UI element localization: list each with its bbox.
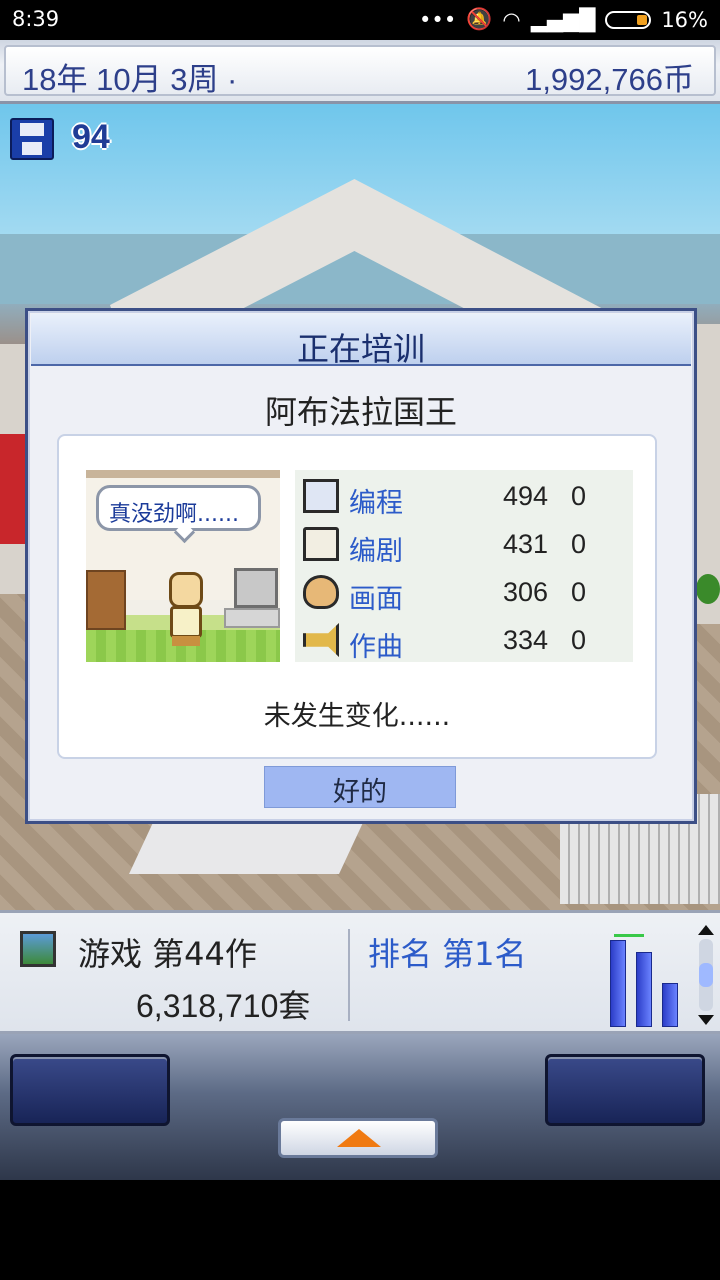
status-bar: 8:39 ••• 🔕 ◠ ▂▄▆█ 16% [0,0,720,40]
wifi-icon: ◠ [502,7,521,32]
mute-icon: 🔕 [466,7,493,31]
arrow-up-icon [337,1129,381,1147]
game-sales: 6,318,710套 [136,988,311,1024]
status-time: 8:39 [12,7,60,31]
left-control-button[interactable] [10,1054,170,1126]
result-text: 未发生变化...... [263,701,451,732]
money-counter: 1,992,766币 [525,62,694,97]
stat-row-sound: 作曲 334 0 [295,616,633,664]
right-control-button[interactable] [545,1054,705,1126]
stat-delta: 0 [571,529,587,559]
menu-open-button[interactable] [278,1118,438,1158]
plant-icon [696,574,720,604]
control-strip [0,1034,720,1180]
stat-delta: 0 [571,625,587,655]
stat-label: 编程 [349,488,403,519]
stat-label: 画面 [349,584,403,615]
palette-icon [303,575,339,609]
stat-label: 编剧 [349,536,403,567]
training-panel: 真没劲啊...... 编程 494 0 编剧 431 0 画面 306 0 作曲… [57,434,657,759]
sales-chart[interactable] [606,931,686,1027]
stat-value: 431 [503,529,549,559]
book-icon [303,527,339,561]
sales-bar [662,983,678,1027]
stat-delta: 0 [571,481,587,511]
stat-label: 作曲 [349,632,403,663]
top-info-bar: 18年 10月 3周 · 1,992,766币 [0,40,720,104]
trumpet-icon [303,623,339,657]
speech-bubble: 真没劲啊...... [96,485,261,531]
more-dots-icon: ••• [419,7,457,32]
stat-row-graphics: 画面 306 0 [295,568,633,616]
employee-name: 阿布法拉国王 [264,393,457,431]
sales-bar [636,952,652,1027]
signal-icon: ▂▄▆█ [530,7,596,32]
ok-button[interactable]: 好的 [264,766,456,808]
scroll-thumb[interactable] [699,963,713,987]
info-scrollbar[interactable] [696,925,716,1025]
stat-row-scenario: 编剧 431 0 [295,520,633,568]
stat-delta: 0 [571,577,587,607]
red-shelf [0,434,26,544]
divider [348,929,350,1021]
bottom-info-bar: 游戏 第44作 6,318,710套 排名 第1名 [0,910,720,1034]
battery-icon [605,10,652,29]
system-nav-area [0,1180,720,1280]
stat-value: 334 [503,625,549,655]
scroll-up-icon[interactable] [698,925,714,935]
computer-icon [234,568,278,608]
game-cartridge-icon [20,931,56,967]
stats-table: 编程 494 0 编剧 431 0 画面 306 0 作曲 334 0 [295,470,633,664]
save-disk-icon[interactable] [10,118,54,160]
sales-bar [610,940,626,1027]
training-dialog: 正在培训 阿布法拉国王 真没劲啊...... 编程 494 0 编剧 431 0… [25,308,697,824]
rank-label: 排名 第1名 [368,935,527,973]
cabinet-icon [86,570,126,630]
employee-sprite [170,606,202,638]
employee-scene: 真没劲啊...... [86,470,280,662]
game-date: 18年 10月 3周 · [22,62,238,97]
stat-value: 306 [503,577,549,607]
scroll-down-icon[interactable] [698,1015,714,1025]
stat-value: 494 [503,481,549,511]
save-count: 94 [72,118,110,156]
battery-percent: 16% [661,7,708,32]
status-icons: ••• 🔕 ◠ ▂▄▆█ 16% [419,7,708,32]
dialog-title: 正在培训 [296,330,425,368]
trend-line [614,934,644,937]
stat-row-programming: 编程 494 0 [295,472,633,520]
game-count-label: 游戏 第44作 [78,935,257,973]
monitor-icon [303,479,339,513]
